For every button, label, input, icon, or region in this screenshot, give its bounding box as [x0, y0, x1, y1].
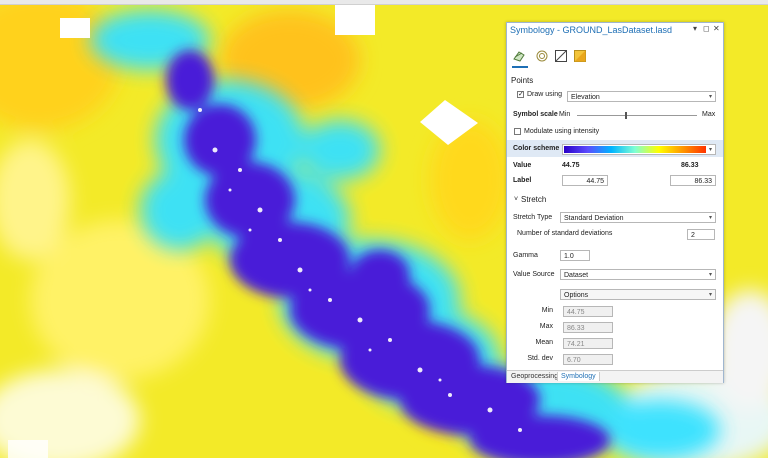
- symbology-pane: Symbology - GROUND_LasDataset.lasd ▾ ◻ ✕…: [506, 22, 724, 383]
- color-scheme-label: Color scheme: [513, 145, 560, 152]
- stretch-type-label: Stretch Type: [513, 214, 553, 221]
- maximize-icon[interactable]: ◻: [703, 24, 710, 33]
- stretch-type-dropdown[interactable]: Standard Deviation ▾: [560, 212, 716, 223]
- points-section-header: Points: [511, 76, 534, 85]
- chevron-down-icon: ▾: [708, 292, 712, 298]
- label-min-field[interactable]: 44.75: [562, 175, 608, 186]
- value-max: 86.33: [681, 162, 699, 169]
- stretch-collapse-icon[interactable]: ˅: [514, 196, 518, 203]
- symbol-scale-label: Symbol scale: [513, 111, 558, 118]
- symbol-scale-thumb[interactable]: [625, 112, 627, 119]
- color-ramp: [564, 146, 706, 153]
- value-source-value: Dataset: [564, 272, 589, 279]
- pane-titlebar: Symbology - GROUND_LasDataset.lasd ▾ ◻ ✕: [507, 23, 723, 38]
- stat-stddev-label: Std. dev: [527, 355, 553, 362]
- symbol-scale-max: Max: [702, 111, 716, 118]
- draw-using-value: Elevation: [571, 94, 600, 101]
- options-label: Options: [564, 292, 589, 299]
- modulate-label: Modulate using intensity: [524, 128, 600, 135]
- surface-icon[interactable]: [535, 49, 549, 63]
- pane-title: Symbology - GROUND_LasDataset.lasd: [510, 25, 673, 35]
- value-min: 44.75: [562, 162, 580, 169]
- draw-using-checkbox[interactable]: ✓: [517, 91, 524, 98]
- gamma-field[interactable]: 1.0: [560, 250, 590, 261]
- stat-min-label: Min: [541, 307, 553, 314]
- stretch-type-value: Standard Deviation: [564, 215, 624, 222]
- gamma-label: Gamma: [513, 252, 538, 259]
- tab-symbology[interactable]: Symbology: [557, 372, 600, 381]
- value-source-label: Value Source: [513, 271, 555, 278]
- num-std-field[interactable]: 2: [687, 229, 715, 240]
- chevron-down-icon: ▾: [708, 272, 712, 278]
- pane-bottom-tabs: Geoprocessing Symbology: [507, 370, 723, 383]
- options-dropdown[interactable]: Options ▾: [560, 289, 716, 300]
- tab-geoprocessing[interactable]: Geoprocessing: [508, 372, 561, 381]
- stat-stddev-value: 6.70: [563, 354, 613, 365]
- num-std-label: Number of standard deviations: [517, 230, 613, 237]
- stretch-section-header[interactable]: Stretch: [521, 195, 546, 204]
- label-label: Label: [513, 177, 532, 184]
- chevron-down-icon: ▾: [708, 94, 712, 100]
- color-scheme-dropdown[interactable]: ▾: [562, 144, 716, 155]
- stat-max-label: Max: [539, 323, 553, 330]
- stat-min-value: 44.75: [563, 306, 613, 317]
- symbol-scale-track[interactable]: [577, 115, 697, 116]
- lines-icon[interactable]: [554, 49, 568, 63]
- points-symbology-icon[interactable]: [512, 49, 526, 63]
- chevron-down-icon: ▾: [708, 215, 712, 221]
- active-tab-indicator: [512, 66, 528, 68]
- ribbon-edge: [0, 0, 768, 5]
- value-label: Value: [513, 162, 532, 169]
- edges-icon[interactable]: [573, 49, 587, 63]
- draw-using-label: Draw using: [527, 91, 563, 98]
- draw-using-dropdown[interactable]: Elevation ▾: [567, 91, 716, 102]
- stat-max-value: 86.33: [563, 322, 613, 333]
- chevron-down-icon: ▾: [708, 147, 712, 153]
- label-max-field[interactable]: 86.33: [670, 175, 716, 186]
- modulate-checkbox[interactable]: [514, 128, 521, 135]
- value-source-dropdown[interactable]: Dataset ▾: [560, 269, 716, 280]
- pin-icon[interactable]: ▾: [693, 24, 697, 33]
- checkmark-icon: ✓: [518, 91, 524, 98]
- stat-mean-value: 74.21: [563, 338, 613, 349]
- symbol-scale-min: Min: [559, 111, 571, 118]
- stat-mean-label: Mean: [535, 339, 553, 346]
- close-icon[interactable]: ✕: [713, 24, 720, 33]
